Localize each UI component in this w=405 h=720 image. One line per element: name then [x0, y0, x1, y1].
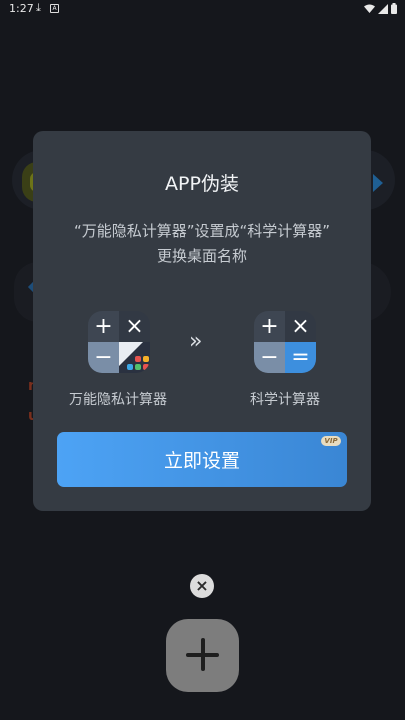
- status-icons: [364, 3, 397, 14]
- plus-glyph: +: [88, 311, 119, 342]
- battery-icon: [391, 3, 397, 14]
- plus-icon: [201, 638, 205, 671]
- vip-badge: VIP: [321, 436, 341, 446]
- dialog-description: “万能隐私计算器”设置成“科学计算器” 更换桌面名称: [33, 219, 371, 269]
- a-icon: A: [50, 4, 59, 13]
- signal-icon: [378, 3, 388, 14]
- background-arrow-icon: [373, 174, 383, 192]
- to-app-label: 科学计算器: [250, 392, 320, 408]
- download-icon: ⤓: [36, 1, 41, 14]
- double-chevron-right-icon: »: [189, 329, 203, 354]
- page-curl-icon: [119, 342, 150, 373]
- description-line: “万能隐私计算器”设置成“科学计算器”: [73, 222, 331, 240]
- status-time: 1:27: [9, 2, 34, 15]
- screen: n u 1:27 ⤓ A APP伪装 “万能隐私计算器”设置成“科学计算器” 更…: [0, 0, 405, 720]
- science-calculator-icon: + × − =: [254, 311, 316, 373]
- app-disguise-dialog: APP伪装 “万能隐私计算器”设置成“科学计算器” 更换桌面名称 + × − »…: [33, 131, 371, 511]
- set-now-button[interactable]: 立即设置 VIP: [57, 432, 347, 487]
- close-dialog-button[interactable]: ×: [190, 574, 214, 598]
- dialog-title: APP伪装: [165, 173, 239, 195]
- privacy-calculator-icon: + × −: [88, 311, 150, 373]
- status-bar: 1:27 ⤓ A: [0, 0, 405, 18]
- multiply-glyph: ×: [119, 311, 150, 342]
- description-line: 更换桌面名称: [156, 247, 247, 265]
- set-now-label: 立即设置: [163, 450, 240, 472]
- equals-glyph: =: [285, 342, 316, 373]
- minus-glyph: −: [254, 342, 285, 373]
- wifi-icon: [364, 4, 375, 13]
- minus-glyph: −: [88, 342, 119, 373]
- plus-glyph: +: [254, 311, 285, 342]
- add-fab-button[interactable]: [166, 619, 239, 692]
- from-app-label: 万能隐私计算器: [69, 392, 167, 408]
- multiply-glyph: ×: [285, 311, 316, 342]
